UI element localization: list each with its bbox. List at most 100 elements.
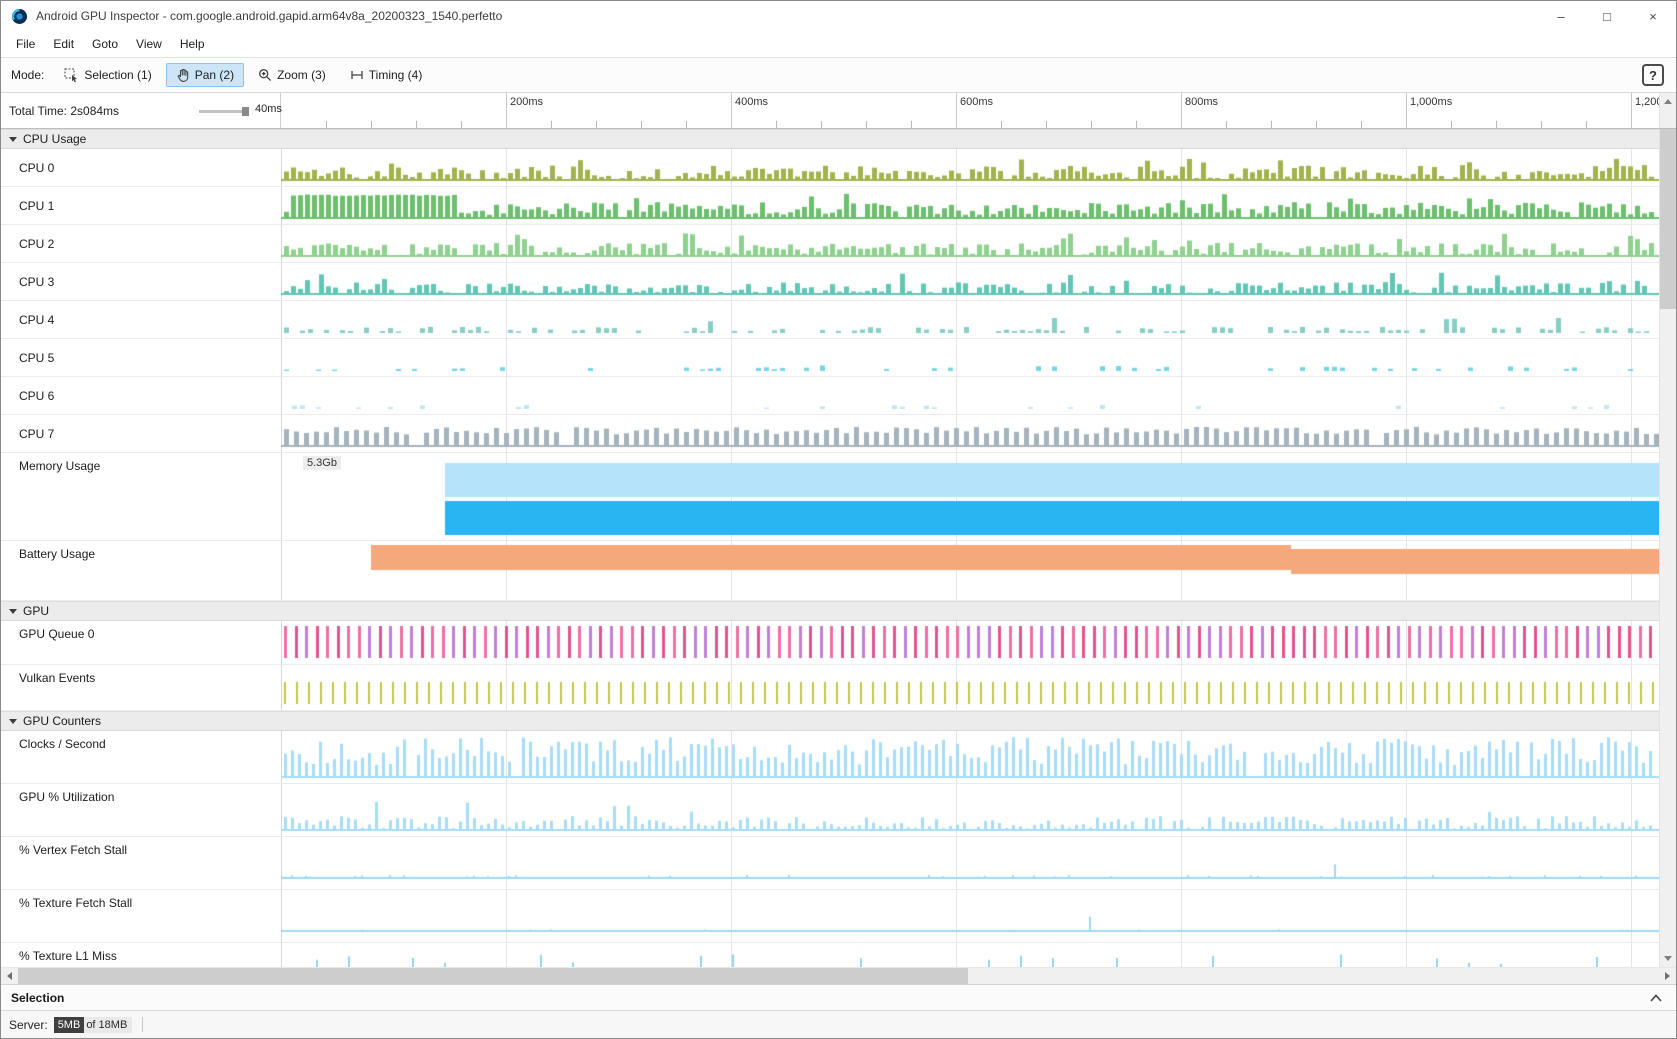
cpu-0-chart[interactable] (281, 149, 1659, 186)
zoom-icon (258, 68, 272, 82)
track-label-gpu-queue-0: GPU Queue 0 (1, 621, 281, 664)
status-separator (142, 1017, 143, 1032)
ruler-minor-tick (1496, 121, 1497, 128)
cpu-5-chart[interactable] (281, 339, 1659, 376)
ruler-scale[interactable]: 200ms400ms600ms800ms1,000ms1,200ms (281, 93, 1659, 128)
texture-l1-miss-chart[interactable] (281, 943, 1659, 967)
gpu-section-label: GPU (23, 604, 49, 618)
ruler-minor-tick (1316, 121, 1317, 128)
selection-title: Selection (11, 991, 64, 1005)
zoom-slider[interactable] (199, 110, 249, 113)
section-header-gpu[interactable]: GPU (1, 601, 1659, 621)
ruler-major-line (1631, 93, 1632, 128)
cpu-2-chart-area (281, 225, 1659, 262)
cpu-0-chart-area (281, 149, 1659, 186)
time-tick-label: 200ms (510, 96, 543, 108)
track-label-battery-usage: Battery Usage (1, 541, 281, 600)
section-header-cpu-usage[interactable]: CPU Usage (1, 129, 1659, 149)
time-tick-label: 1,000ms (1410, 96, 1452, 108)
help-button[interactable]: ? (1642, 64, 1664, 86)
ruler-minor-tick (1091, 121, 1092, 128)
timing-icon (350, 69, 364, 81)
battery-usage-chart[interactable] (281, 541, 1659, 600)
time-tick-label: 400ms (735, 96, 768, 108)
track-label-texture-fetch-stall: % Texture Fetch Stall (1, 890, 281, 942)
timing-mode-button[interactable]: Timing (4) (340, 63, 433, 87)
track-row-cpu-4: CPU 4 (1, 301, 1659, 339)
scrollbar-up-arrow[interactable] (1659, 93, 1676, 128)
memory-usage-chart[interactable] (281, 453, 1659, 540)
ruler-minor-tick (461, 121, 462, 128)
menu-item-edit[interactable]: Edit (44, 33, 83, 55)
menu-item-help[interactable]: Help (171, 33, 214, 55)
scrollbar-left-arrow[interactable] (1, 968, 18, 984)
track-label-cpu-2: CPU 2 (1, 225, 281, 262)
ruler-minor-tick (1046, 121, 1047, 128)
zoom-value-label: 40ms (255, 103, 282, 115)
status-bar: Server: 5MB of 18MB (1, 1010, 1676, 1038)
track-row-clocks-per-second: Clocks / Second (1, 731, 1659, 784)
gpu-queue-0-chart[interactable] (281, 621, 1659, 664)
scrollbar-down-arrow[interactable] (1660, 950, 1676, 967)
clocks-per-second-chart-area (281, 731, 1659, 783)
track-label-cpu-7: CPU 7 (1, 415, 281, 452)
ruler-minor-tick (1541, 121, 1542, 128)
track-label-cpu-0: CPU 0 (1, 149, 281, 186)
maximize-button[interactable]: □ (1584, 1, 1630, 31)
timeline-ruler: Total Time: 2s084ms 40ms 200ms400ms600ms… (1, 93, 1676, 129)
collapse-chevron-icon[interactable] (1650, 994, 1662, 1002)
track-row-cpu-0: CPU 0 (1, 149, 1659, 187)
track-row-cpu-1: CPU 1 (1, 187, 1659, 225)
cpu-6-chart-area (281, 377, 1659, 414)
cpu-6-chart[interactable] (281, 377, 1659, 414)
selection-mode-button[interactable]: Selection (1) (54, 63, 161, 88)
close-button[interactable]: × (1630, 1, 1676, 31)
track-row-cpu-6: CPU 6 (1, 377, 1659, 415)
ruler-minor-tick (686, 121, 687, 128)
ruler-major-line (1181, 93, 1182, 128)
clocks-per-second-chart[interactable] (281, 731, 1659, 783)
pan-mode-button[interactable]: Pan (2) (166, 63, 244, 87)
cpu-1-chart[interactable] (281, 187, 1659, 224)
server-label: Server: (9, 1018, 48, 1032)
menu-item-file[interactable]: File (7, 33, 44, 55)
track-row-cpu-7: CPU 7 (1, 415, 1659, 453)
timing-mode-label: Timing (4) (369, 68, 423, 82)
selection-icon (64, 68, 79, 83)
menu-item-goto[interactable]: Goto (83, 33, 127, 55)
up-arrow-icon (1664, 99, 1672, 104)
ruler-minor-tick (1451, 121, 1452, 128)
horizontal-scrollbar[interactable] (1, 967, 1676, 984)
server-memory-indicator: 5MB of 18MB (54, 1017, 133, 1033)
horizontal-scrollbar-thumb[interactable] (18, 968, 968, 984)
horizontal-scrollbar-track[interactable] (18, 968, 1659, 984)
scrollbar-right-arrow[interactable] (1659, 968, 1676, 984)
gpu-utilization-chart[interactable] (281, 784, 1659, 836)
ruler-minor-tick (641, 121, 642, 128)
memory-value-label: 5.3Gb (303, 456, 341, 470)
zoom-slider-thumb[interactable] (242, 107, 249, 116)
section-header-gpu-counters[interactable]: GPU Counters (1, 711, 1659, 731)
vertical-scrollbar[interactable] (1659, 129, 1676, 967)
server-memory-total: of 18MB (84, 1017, 132, 1033)
track-row-texture-fetch-stall: % Texture Fetch Stall (1, 890, 1659, 943)
texture-fetch-stall-chart[interactable] (281, 890, 1659, 942)
cpu-7-chart[interactable] (281, 415, 1659, 452)
minimize-button[interactable]: – (1538, 1, 1584, 31)
cpu-3-chart-area (281, 263, 1659, 300)
cpu-2-chart[interactable] (281, 225, 1659, 262)
cpu-1-chart-area (281, 187, 1659, 224)
ruler-minor-tick (1361, 121, 1362, 128)
track-label-cpu-1: CPU 1 (1, 187, 281, 224)
zoom-mode-button[interactable]: Zoom (3) (248, 63, 336, 87)
vertical-scrollbar-thumb[interactable] (1660, 129, 1676, 309)
menu-item-view[interactable]: View (127, 33, 171, 55)
title-bar: Android GPU Inspector - com.google.andro… (1, 1, 1676, 31)
vertex-fetch-stall-chart[interactable] (281, 837, 1659, 889)
cpu-3-chart[interactable] (281, 263, 1659, 300)
cpu-7-chart-area (281, 415, 1659, 452)
cpu-4-chart[interactable] (281, 301, 1659, 338)
right-arrow-icon (1665, 972, 1670, 980)
vulkan-events-chart[interactable] (281, 665, 1659, 710)
server-memory-used: 5MB (54, 1017, 85, 1033)
